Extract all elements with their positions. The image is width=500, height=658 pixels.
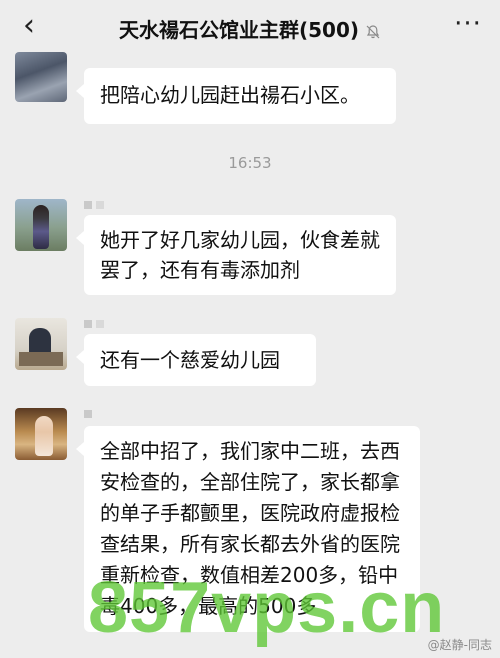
group-name: 天水禓石公馆业主群(500) [118, 18, 360, 42]
avatar-desk [19, 352, 63, 366]
message-bubble[interactable]: 把陪心幼儿园赶出禓石小区。 [76, 68, 396, 124]
sender-name-blurred [84, 410, 124, 420]
avatar[interactable] [15, 199, 67, 251]
more-options-button[interactable]: ··· [450, 8, 486, 40]
more-icon: ··· [454, 9, 482, 39]
message-text: 她开了好几家幼儿园，伙食差就罢了，还有有毒添加剂 [100, 228, 380, 282]
avatar[interactable] [15, 52, 67, 102]
bell-off-icon [366, 24, 380, 38]
chat-title: 天水禓石公馆业主群(500) [0, 14, 500, 43]
avatar[interactable] [15, 408, 67, 460]
sender-name-blurred [84, 201, 124, 211]
weibo-credit: @赵静-同志 [427, 638, 492, 652]
sender-name-blurred [84, 320, 124, 330]
message-bubble[interactable]: 她开了好几家幼儿园，伙食差就罢了，还有有毒添加剂 [76, 215, 396, 295]
message-bubble[interactable]: 还有一个慈爱幼儿园 [76, 334, 316, 386]
chat-header: ‹ 天水禓石公馆业主群(500) ··· [0, 0, 500, 52]
message-text: 把陪心幼儿园赶出禓石小区。 [100, 83, 360, 107]
message-bubble[interactable]: 全部中招了，我们家中二班，去西安检查的，全部住院了，家长都拿的单子手都颤里，医院… [76, 426, 420, 632]
avatar[interactable] [15, 318, 67, 370]
message-text: 还有一个慈爱幼儿园 [100, 348, 280, 372]
avatar-figure [33, 205, 49, 249]
avatar-figure [35, 416, 53, 456]
message-text: 全部中招了，我们家中二班，去西安检查的，全部住院了，家长都拿的单子手都颤里，医院… [100, 439, 400, 618]
timestamp: 16:53 [228, 154, 272, 172]
